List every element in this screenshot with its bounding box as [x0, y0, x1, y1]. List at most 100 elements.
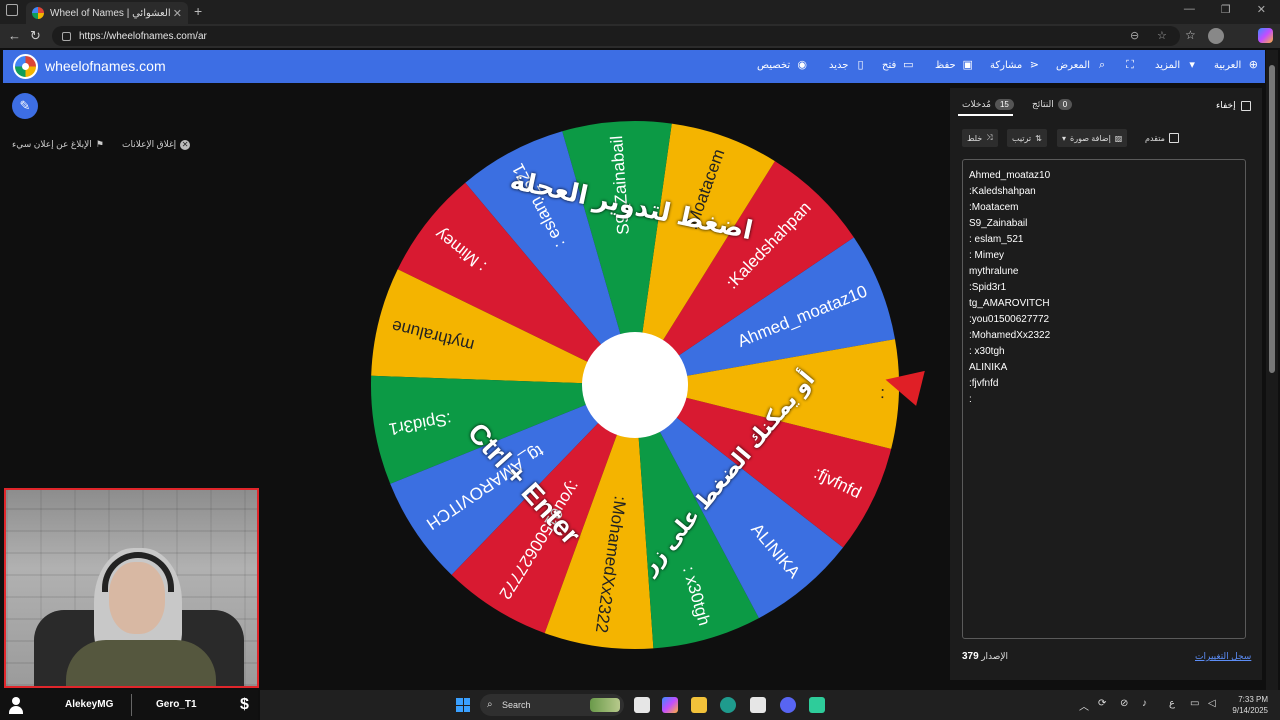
browser-tab[interactable]: Wheel of Names | الاسم العشوائي ✕ — [26, 2, 188, 24]
edge-browser-icon[interactable] — [720, 697, 736, 713]
menu-share[interactable]: ⋖ مشاركة — [990, 59, 1040, 71]
menu-save[interactable]: ▣ حفظ — [935, 59, 974, 71]
stream-names-bar — [0, 690, 258, 720]
report-ad-link[interactable]: ⚑ الإبلاغ عن إعلان سيء — [12, 139, 104, 150]
block-icon[interactable]: ⊖ — [1130, 29, 1139, 42]
page-scrollbar[interactable] — [1266, 50, 1278, 690]
wheel-center[interactable] — [582, 332, 688, 438]
search-icon: ⌕ — [487, 699, 493, 710]
webcam-feed — [4, 488, 259, 688]
search-icon: ⌕ — [1098, 59, 1106, 71]
flag-icon: ⚑ — [95, 139, 104, 149]
entries-textarea[interactable]: Ahmed_moataz10 :Kaledshahpan :Moatacem S9_Z… — [962, 159, 1246, 639]
entry-line: :Kaledshahpan — [969, 186, 1036, 197]
folder-icon: ▭ — [903, 59, 914, 71]
menu-fullscreen[interactable]: ⛶ — [1124, 59, 1136, 71]
close-ads-link[interactable]: ✕ إغلاق الإعلانات — [122, 139, 191, 150]
advanced-toggle[interactable]: متقدم — [1140, 129, 1184, 147]
globe-icon: ⊕ — [1248, 59, 1258, 71]
entry-line: S9_Zainabail — [969, 218, 1028, 229]
close-tab-icon[interactable]: ✕ — [173, 7, 182, 20]
shuffle-icon: ⤨ — [986, 133, 993, 142]
favorite-star-icon[interactable]: ☆ — [1157, 29, 1167, 42]
favicon-icon — [32, 7, 44, 19]
sort-icon: ⇅ — [1035, 133, 1042, 143]
fullscreen-icon: ⛶ — [1126, 59, 1134, 71]
palette-icon: ◉ — [797, 59, 807, 71]
hide-panel-toggle[interactable]: إخفاء — [1216, 100, 1251, 111]
url-text: https://wheelofnames.com/ar — [79, 30, 207, 42]
task-view-icon[interactable] — [634, 697, 650, 713]
microphone-icon[interactable]: ♪ — [1142, 698, 1147, 709]
user-icon — [6, 696, 26, 716]
taskbar-search[interactable]: ⌕ Search — [480, 694, 624, 716]
copilot-icon[interactable] — [1258, 28, 1273, 43]
file-explorer-icon[interactable] — [691, 697, 707, 713]
entry-line: :fjvfnfd — [969, 378, 999, 389]
entry-line: Ahmed_moataz10 — [969, 170, 1051, 181]
streamer-body — [66, 640, 216, 686]
network-icon[interactable]: ▭ — [1190, 698, 1199, 709]
favorites-icon[interactable]: ☆ — [1185, 28, 1196, 42]
reload-icon[interactable]: ↻ — [30, 28, 41, 44]
entry-line: : Mimey — [969, 250, 1004, 261]
menu-open[interactable]: ▭ فتح — [882, 59, 914, 71]
new-tab-icon[interactable]: + — [194, 3, 202, 19]
menu-customize[interactable]: ◉ تخصيص — [757, 59, 808, 71]
pencil-icon: ✎ — [19, 98, 31, 113]
wheel-logo-icon[interactable] — [13, 54, 38, 79]
stream-name-left: AlekeyMG — [65, 699, 114, 710]
changelog-link[interactable]: سجل التغييرات — [1195, 651, 1251, 662]
browser-tab-bar: Wheel of Names | الاسم العشوائي ✕ + — ❐ … — [0, 0, 1280, 24]
input-language[interactable]: ع — [1169, 698, 1175, 709]
version-info: الإصدار 379 — [962, 651, 1009, 662]
url-field[interactable]: https://wheelofnames.com/ar ⊖ ☆ — [52, 26, 1180, 46]
edit-pencil-button[interactable]: ✎ — [12, 93, 38, 119]
tab-results[interactable]: 0 النتائج — [1032, 99, 1073, 110]
entry-line: :Moatacem — [969, 202, 1019, 213]
taskbar-clock[interactable]: 7:33 PM 9/14/2025 — [1228, 694, 1268, 716]
menu-language[interactable]: ⊕ العربية — [1214, 59, 1259, 71]
tab-entries[interactable]: 15 مُدخلات — [962, 99, 1014, 110]
profile-avatar[interactable] — [1208, 28, 1224, 44]
entry-line: mythralune — [969, 266, 1019, 277]
advanced-checkbox[interactable] — [1168, 133, 1179, 143]
save-icon: ▣ — [962, 59, 973, 71]
image-icon: ▨ — [1114, 133, 1123, 143]
results-count-badge: 0 — [1057, 99, 1073, 110]
entry-line: : eslam_521 — [969, 234, 1024, 245]
dollar-icon: $ — [240, 696, 249, 713]
close-circle-icon: ✕ — [180, 139, 191, 150]
windows-start-icon[interactable] — [456, 698, 470, 712]
site-name[interactable]: wheelofnames.com — [45, 58, 166, 74]
add-image-button[interactable]: ▨ إضافة صورة ▾ — [1057, 129, 1128, 147]
store-icon[interactable] — [750, 697, 766, 713]
tray-chevron-icon[interactable]: ︿ — [1079, 698, 1089, 713]
muted-icon[interactable]: ⊘ — [1120, 698, 1128, 709]
menu-gallery[interactable]: ⌕ المعرض — [1056, 59, 1108, 71]
entry-line: : — [969, 394, 972, 405]
shuffle-button[interactable]: ⤨ خلط — [962, 129, 998, 147]
sync-icon[interactable]: ⟳ — [1098, 698, 1106, 709]
back-icon[interactable]: ← — [8, 28, 21, 43]
hide-checkbox[interactable] — [1240, 100, 1251, 111]
sort-button[interactable]: ⇅ ترتيب — [1007, 129, 1047, 147]
window-controls: — ❐ ✕ — [1184, 3, 1266, 16]
discord-icon[interactable] — [780, 697, 796, 713]
new-file-icon: ▯ — [857, 59, 864, 71]
minimize-icon[interactable]: — — [1184, 3, 1195, 16]
search-highlight-image — [590, 698, 620, 712]
volume-icon[interactable]: ◁ — [1208, 698, 1216, 709]
menu-new[interactable]: ▯ جديد — [829, 59, 866, 71]
copilot-app-icon[interactable] — [662, 697, 678, 713]
scrollbar-thumb[interactable] — [1269, 65, 1275, 373]
address-bar-row: ← ↻ https://wheelofnames.com/ar ⊖ ☆ ☆ — [0, 24, 1280, 48]
restore-icon[interactable]: ❐ — [1221, 3, 1231, 16]
entry-line: :MohamedXx2322 — [969, 330, 1051, 341]
app-icon[interactable] — [809, 697, 825, 713]
entry-line: ALINIKA — [969, 362, 1008, 373]
tab-actions-icon[interactable] — [6, 4, 18, 16]
entry-line: :you01500627772 — [969, 314, 1050, 325]
menu-more[interactable]: ▾ المزيد — [1155, 59, 1198, 71]
close-window-icon[interactable]: ✕ — [1257, 3, 1266, 16]
